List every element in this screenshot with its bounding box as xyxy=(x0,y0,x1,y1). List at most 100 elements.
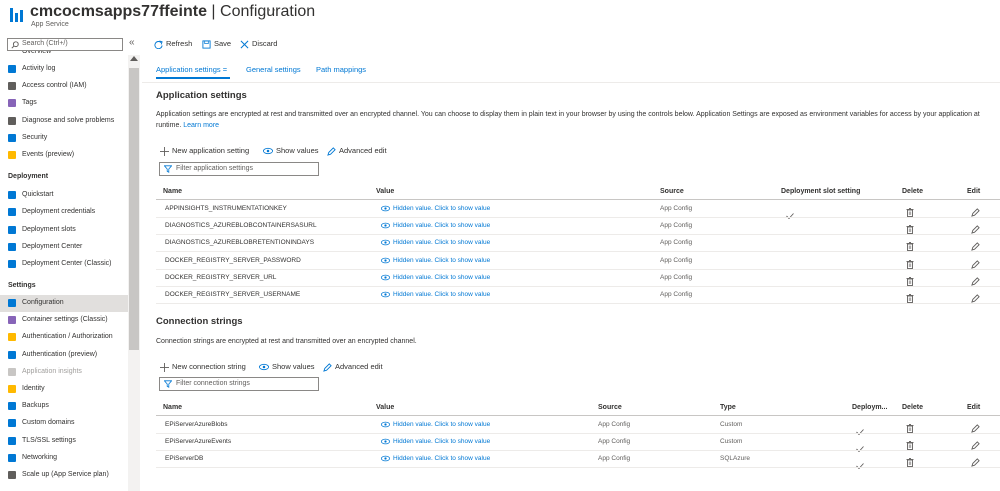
conn-col-header-deployment-slot[interactable]: Deploym... xyxy=(852,404,887,411)
sidebar-item-diagnose-and-solve-problems[interactable]: Diagnose and solve problems xyxy=(0,113,128,130)
col-header-name[interactable]: Name xyxy=(163,188,182,195)
conn-show-values-label: Show values xyxy=(272,362,315,371)
pencil-icon[interactable] xyxy=(971,204,980,222)
trash-icon[interactable] xyxy=(906,273,914,291)
sidebar-item-custom-domains[interactable]: Custom domains xyxy=(0,415,128,432)
hidden-value-link[interactable]: Hidden value. Click to show value xyxy=(381,274,490,281)
sidebar-item-scale-up-app-service-plan[interactable]: Scale up (App Service plan) xyxy=(0,467,128,484)
hidden-value-link[interactable]: Hidden value. Click to show value xyxy=(381,455,490,463)
filter-application-settings-input[interactable]: Filter application settings xyxy=(159,162,319,176)
hidden-value-link[interactable]: Hidden value. Click to show value xyxy=(381,239,490,247)
advanced-edit-button[interactable]: Advanced edit xyxy=(327,146,387,156)
collapse-sidebar-button[interactable]: « xyxy=(129,37,135,48)
pencil-icon[interactable] xyxy=(971,221,980,239)
col-header-source[interactable]: Source xyxy=(660,188,684,195)
sidebar-item-quickstart[interactable]: Quickstart xyxy=(0,187,128,204)
sidebar-item-security[interactable]: Security xyxy=(0,130,128,147)
tab-general-settings[interactable]: General settings xyxy=(246,65,301,74)
sidebar-item-application-insights[interactable]: Application insights xyxy=(0,364,128,381)
conn-col-header-value[interactable]: Value xyxy=(376,404,394,411)
trash-icon[interactable] xyxy=(906,454,914,472)
sidebar-item-container-settings-classic[interactable]: Container settings (Classic) xyxy=(0,312,128,329)
sidebar-item-identity[interactable]: Identity xyxy=(0,381,128,398)
pencil-icon[interactable] xyxy=(971,437,980,455)
sidebar-item-tls-ssl-settings[interactable]: TLS/SSL settings xyxy=(0,433,128,450)
discard-button[interactable]: Discard xyxy=(240,39,277,49)
sidebar-item-label: Activity log xyxy=(22,65,56,72)
new-connection-string-button[interactable]: New connection string xyxy=(160,362,246,372)
hidden-value-text: Hidden value. Click to show value xyxy=(393,274,491,282)
row-divider xyxy=(156,303,1000,304)
conn-show-values-button[interactable]: Show values xyxy=(259,362,315,371)
trash-icon[interactable] xyxy=(906,290,914,308)
tab-modified-icon: = xyxy=(222,65,228,74)
conn-col-header-type[interactable]: Type xyxy=(720,404,736,411)
conn-col-header-name[interactable]: Name xyxy=(163,404,182,411)
eye-icon xyxy=(381,257,390,263)
sidebar-section-deployment: Deployment xyxy=(8,173,49,180)
checkmark-icon xyxy=(786,206,794,224)
col-header-deployment-slot[interactable]: Deployment slot setting xyxy=(781,188,860,195)
pencil-icon[interactable] xyxy=(971,290,980,308)
trash-icon[interactable] xyxy=(906,256,914,274)
sidebar-item-events-preview[interactable]: Events (preview) xyxy=(0,147,128,164)
sidebar-item-deployment-credentials[interactable]: Deployment credentials xyxy=(0,204,128,221)
conn-source: App Config xyxy=(598,421,631,428)
conn-col-header-source[interactable]: Source xyxy=(598,404,622,411)
title-separator: | xyxy=(206,3,221,20)
save-button[interactable]: Save xyxy=(202,39,231,49)
sidebar-item-deployment-center-classic[interactable]: Deployment Center (Classic) xyxy=(0,256,128,273)
quickstart-icon xyxy=(8,191,16,199)
hidden-value-link[interactable]: Hidden value. Click to show value xyxy=(381,222,490,229)
sidebar-item-deployment-slots[interactable]: Deployment slots xyxy=(0,222,128,239)
sidebar-item-networking[interactable]: Networking xyxy=(0,450,128,467)
eye-icon xyxy=(381,456,390,462)
filter-icon xyxy=(164,165,172,173)
setting-name: DOCKER_REGISTRY_SERVER_PASSWORD xyxy=(165,256,301,264)
hidden-value-link[interactable]: Hidden value. Click to show value xyxy=(381,438,490,445)
pencil-icon[interactable] xyxy=(971,420,980,438)
learn-more-link[interactable]: Learn more xyxy=(183,122,219,129)
conn-type: SQLAzure xyxy=(720,455,750,463)
new-application-setting-button[interactable]: New application setting xyxy=(160,146,249,156)
tab-path-mappings[interactable]: Path mappings xyxy=(316,65,366,74)
sidebar-item-access-control-iam[interactable]: Access control (IAM) xyxy=(0,78,128,95)
sidebar-item-activity-log[interactable]: Activity log xyxy=(0,61,128,78)
tab-application-settings[interactable]: Application settings = xyxy=(156,65,227,74)
hidden-value-link[interactable]: Hidden value. Click to show value xyxy=(381,421,490,428)
cube-icon xyxy=(8,242,16,251)
pencil-icon[interactable] xyxy=(971,273,980,291)
trash-icon[interactable] xyxy=(906,221,914,239)
hidden-value-link[interactable]: Hidden value. Click to show value xyxy=(381,205,490,212)
sidebar-item-authentication-preview[interactable]: Authentication (preview) xyxy=(0,347,128,364)
sidebar-item-deployment-center[interactable]: Deployment Center xyxy=(0,239,128,256)
refresh-icon xyxy=(154,39,163,49)
hidden-value-text: Hidden value. Click to show value xyxy=(393,438,491,446)
col-header-value[interactable]: Value xyxy=(376,188,394,195)
sidebar-item-tags[interactable]: Tags xyxy=(0,95,128,112)
sidebar-item-label: Authentication / Authorization xyxy=(22,333,113,341)
pencil-icon[interactable] xyxy=(971,256,980,274)
sidebar-scrollbar-thumb[interactable] xyxy=(129,68,139,350)
refresh-button[interactable]: Refresh xyxy=(154,39,192,49)
new-conn-label: New connection string xyxy=(172,362,246,371)
filter-icon xyxy=(164,380,172,388)
trash-icon[interactable] xyxy=(906,204,914,222)
hidden-value-link[interactable]: Hidden value. Click to show value xyxy=(381,291,490,298)
more-options-button[interactable]: ··· xyxy=(263,4,277,16)
sidebar-item-authentication-authorization[interactable]: Authentication / Authorization xyxy=(0,329,128,346)
hidden-value-link[interactable]: Hidden value. Click to show value xyxy=(381,257,490,264)
filter-connection-strings-input[interactable]: Filter connection strings xyxy=(159,377,319,391)
activity-log-icon xyxy=(8,65,16,73)
scroll-up-arrow-icon[interactable] xyxy=(130,56,138,61)
trash-icon[interactable] xyxy=(906,437,914,455)
sidebar-item-configuration[interactable]: Configuration xyxy=(0,295,128,312)
sidebar-item-backups[interactable]: Backups xyxy=(0,398,128,415)
pencil-icon[interactable] xyxy=(971,238,980,256)
setting-name: DIAGNOSTICS_AZUREBLOBCONTAINERSASURL xyxy=(165,222,317,230)
conn-advanced-edit-button[interactable]: Advanced edit xyxy=(323,362,383,372)
pencil-icon[interactable] xyxy=(971,454,980,472)
show-values-button[interactable]: Show values xyxy=(263,146,319,155)
trash-icon[interactable] xyxy=(906,420,914,438)
trash-icon[interactable] xyxy=(906,238,914,256)
